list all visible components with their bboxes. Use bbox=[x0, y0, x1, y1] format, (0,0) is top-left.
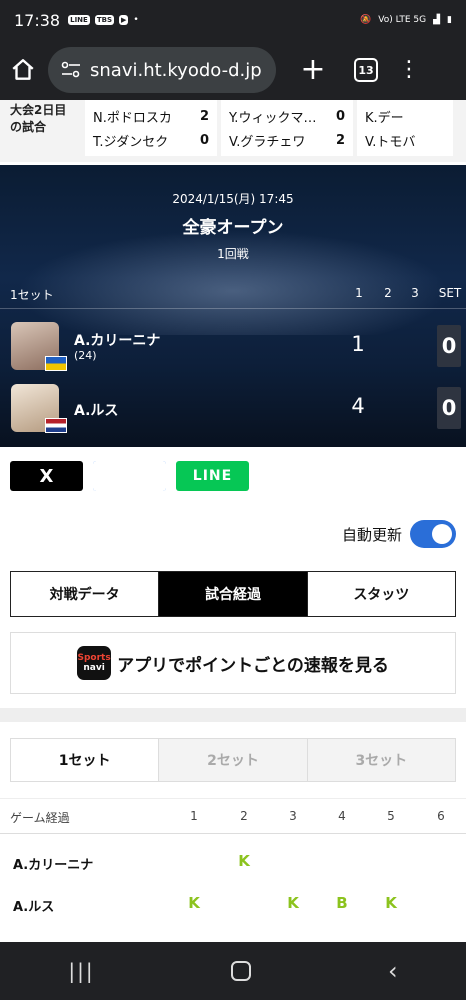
new-tab-button[interactable]: + bbox=[298, 55, 328, 85]
game-col-header: 4 bbox=[338, 809, 346, 823]
game-row-player: A.カリーニナ bbox=[13, 858, 94, 873]
player-game-score: 1 bbox=[351, 332, 365, 356]
share-line-button[interactable]: LINE bbox=[176, 461, 249, 491]
ticker-label: 大会2日目の試合 bbox=[10, 103, 67, 134]
game-progress-header: ゲーム経過 1 2 3 4 5 6 bbox=[0, 798, 466, 834]
game-result: K bbox=[188, 894, 200, 912]
ticker-match-card[interactable]: N.ポドロスカ 2 T.ジダンセク 0 bbox=[85, 100, 217, 156]
share-x-button[interactable]: X bbox=[10, 461, 83, 491]
set-col-header: SET bbox=[438, 286, 462, 300]
scoreboard-hero: 2024/1/15(月) 17:45 全豪オープン 1回戦 1セット 1 2 3… bbox=[0, 165, 466, 447]
set-col-header: 2 bbox=[384, 286, 392, 300]
game-result: K bbox=[238, 852, 250, 870]
ticker-score: 2 bbox=[335, 132, 345, 148]
share-buttons: X f LINE bbox=[10, 461, 249, 491]
content-tabs: 対戦データ 試合経過 スタッツ bbox=[10, 571, 456, 617]
player-name: A.ルス bbox=[74, 403, 119, 419]
player-row: A.カリーニナ (24) 1 0 bbox=[0, 322, 466, 372]
app-promo-banner[interactable]: Sports navi アプリでポイントごとの速報を見る bbox=[10, 632, 456, 694]
current-set-label: 1セット bbox=[10, 288, 54, 302]
network-indicator: Vo) LTE 5G bbox=[378, 15, 427, 25]
game-col-header: 2 bbox=[240, 809, 248, 823]
set-tabs: 1セット 2セット 3セット bbox=[10, 738, 456, 782]
game-row: A.カリーニナ K bbox=[0, 842, 466, 882]
ticker-player: V.グラチェワ bbox=[229, 134, 306, 150]
player-name: A.カリーニナ bbox=[74, 333, 161, 349]
facebook-icon: f bbox=[93, 461, 166, 491]
netherlands-flag-icon bbox=[45, 418, 67, 433]
auto-update-toggle[interactable] bbox=[410, 520, 456, 548]
site-settings-icon[interactable] bbox=[60, 61, 82, 79]
ticker-player: T.ジダンセク bbox=[93, 134, 169, 150]
game-result: K bbox=[287, 894, 299, 912]
auto-update-label: 自動更新 bbox=[341, 526, 402, 544]
player-sets-won: 0 bbox=[437, 387, 461, 429]
match-ticker: 大会2日目の試合 N.ポドロスカ 2 T.ジダンセク 0 Y.ウィックマ… 0 V.グ… bbox=[0, 100, 466, 162]
ticker-player: N.ポドロスカ bbox=[93, 110, 172, 126]
ukraine-flag-icon bbox=[45, 356, 67, 371]
tab-set-3[interactable]: 3セット bbox=[307, 739, 455, 781]
match-datetime: 2024/1/15(月) 17:45 bbox=[172, 192, 294, 206]
app-promo-text: アプリでポイントごとの速報を見る bbox=[117, 655, 389, 676]
status-time: 17:38 bbox=[14, 10, 61, 30]
game-col-header: 1 bbox=[190, 809, 198, 823]
section-gap bbox=[0, 708, 466, 722]
divider bbox=[0, 308, 466, 309]
game-row-player: A.ルス bbox=[13, 900, 55, 915]
line-notification-icon: LINE bbox=[68, 15, 90, 25]
tab-set-2[interactable]: 2セット bbox=[159, 739, 308, 781]
stadium-background bbox=[0, 225, 466, 335]
ticker-player: K.デー bbox=[365, 110, 404, 126]
ticker-player: V.トモバ bbox=[365, 134, 416, 150]
match-round: 1回戦 bbox=[217, 247, 249, 261]
tbs-notification-icon: TBS bbox=[94, 15, 114, 25]
sports-navi-app-icon: Sports navi bbox=[77, 646, 112, 680]
status-bar: 17:38 LINE TBS ▶ • 🔕 Vo) LTE 5G ▟ ▮ bbox=[0, 0, 466, 40]
share-facebook-button[interactable]: f bbox=[93, 461, 166, 491]
battery-icon: ▮ bbox=[447, 15, 452, 25]
browser-toolbar: snavi.ht.kyodo-d.jp + 13 ⋮ bbox=[0, 40, 466, 100]
game-col-header: 5 bbox=[387, 809, 395, 823]
tab-matchup-data[interactable]: 対戦データ bbox=[11, 572, 160, 616]
player-sets-won: 0 bbox=[437, 325, 461, 367]
auto-update-row: 自動更新 bbox=[0, 518, 466, 550]
url-field[interactable]: snavi.ht.kyodo-d.jp bbox=[48, 47, 276, 93]
url-text: snavi.ht.kyodo-d.jp bbox=[90, 59, 262, 81]
player-seed: (24) bbox=[74, 349, 97, 362]
ticker-player: Y.ウィックマ… bbox=[229, 110, 317, 126]
system-navigation-bar: ||| ‹ bbox=[0, 942, 466, 1000]
back-icon[interactable]: ‹ bbox=[388, 957, 398, 985]
set-col-header: 3 bbox=[411, 286, 419, 300]
set-col-header: 1 bbox=[355, 286, 363, 300]
more-menu-icon[interactable]: ⋮ bbox=[398, 59, 420, 81]
game-progress-label: ゲーム経過 bbox=[10, 811, 70, 825]
game-result: B bbox=[336, 894, 348, 912]
ticker-match-card[interactable]: Y.ウィックマ… 0 V.グラチェワ 2 bbox=[221, 100, 353, 156]
ticker-score: 2 bbox=[199, 108, 209, 124]
tab-switcher-button[interactable]: 13 bbox=[354, 58, 378, 82]
mute-icon: 🔕 bbox=[360, 15, 372, 25]
signal-icon: ▟ bbox=[433, 15, 441, 25]
dot-icon: • bbox=[133, 15, 139, 25]
ticker-score: 0 bbox=[335, 108, 345, 124]
player-game-score: 4 bbox=[351, 394, 365, 418]
game-row: A.ルス K K B K bbox=[0, 884, 466, 924]
toggle-knob bbox=[432, 524, 452, 544]
game-col-header: 6 bbox=[437, 809, 445, 823]
tournament-name: 全豪オープン bbox=[182, 218, 284, 238]
ticker-score: 0 bbox=[199, 132, 209, 148]
game-result: K bbox=[385, 894, 397, 912]
player-row: A.ルス 4 0 bbox=[0, 384, 466, 434]
tab-set-1[interactable]: 1セット bbox=[11, 739, 160, 781]
home-icon[interactable] bbox=[10, 57, 36, 83]
tab-match-progress[interactable]: 試合経過 bbox=[159, 572, 308, 616]
recent-apps-icon[interactable]: ||| bbox=[68, 959, 94, 983]
home-nav-icon[interactable] bbox=[231, 961, 252, 981]
scoreboard-header: 1セット 1 2 3 SET bbox=[0, 286, 466, 310]
youtube-notification-icon: ▶ bbox=[118, 15, 129, 25]
game-col-header: 3 bbox=[289, 809, 297, 823]
ticker-match-card[interactable]: K.デー V.トモバ bbox=[357, 100, 453, 156]
tab-stats[interactable]: スタッツ bbox=[308, 572, 455, 616]
